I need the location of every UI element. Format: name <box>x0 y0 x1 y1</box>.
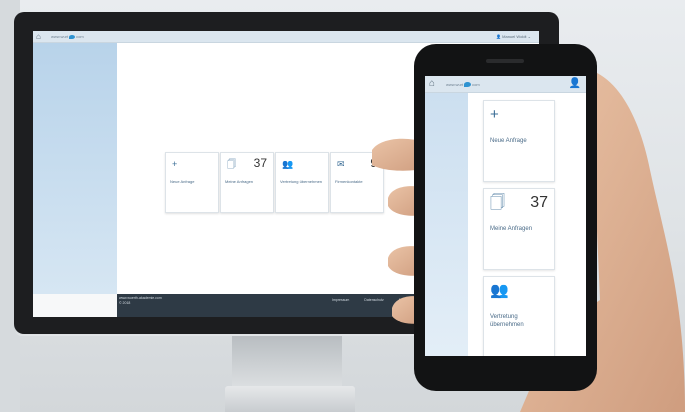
tile-new-request[interactable]: + Neue Anfrage <box>165 152 219 213</box>
plus-icon: + <box>490 106 499 123</box>
tile-label: Vertretung übernehmen <box>490 314 524 328</box>
logo-drop-icon <box>464 82 472 87</box>
users-icon: 👥 <box>490 282 509 299</box>
home-icon[interactable]: ⌂ <box>36 32 41 41</box>
tile-company-contacts[interactable]: ✉ 9 Firmenkontakte <box>330 152 384 213</box>
users-icon: 👥 <box>282 159 294 169</box>
tile-take-over-substitution[interactable]: 👥 Vertretung übernehmen <box>483 276 555 356</box>
home-icon[interactable]: ⌂ <box>429 78 435 90</box>
mobile-sidebar <box>425 93 468 356</box>
tile-my-requests[interactable]: 🗍 37 Meine Anfragen <box>483 188 555 270</box>
tile-count: 37 <box>530 194 548 211</box>
brand-logo[interactable]: www.wurt com <box>51 34 84 39</box>
desktop-header: ⌂ www.wurt com 👤 Manuel Woldt ⌄ <box>33 31 539 43</box>
footer-left: www.wuerth-akademie.com © 2018 <box>119 296 162 306</box>
brand-left: www.wurt <box>446 82 464 87</box>
monitor-stand <box>232 334 342 392</box>
plus-icon: + <box>172 159 178 169</box>
tile-label: Neue Anfrage <box>490 138 527 144</box>
tile-label: Firmenkontakte <box>335 179 363 184</box>
tile-new-request[interactable]: + Neue Anfrage <box>483 100 555 182</box>
document-icon: 🗍 <box>227 159 236 169</box>
tile-label: Meine Anfragen <box>225 179 254 184</box>
desktop-sidebar <box>33 43 117 294</box>
document-icon: 🗍 <box>490 194 505 211</box>
footer-link-datenschutz[interactable]: Datenschutz <box>364 298 383 302</box>
brand-left: www.wurt <box>51 34 69 39</box>
tile-count: 37 <box>253 156 267 170</box>
footer-copyright: © 2018 <box>119 301 131 305</box>
tile-my-requests[interactable]: 🗍 37 Meine Anfragen <box>220 152 274 213</box>
mobile-screen: ⌂ www.wurt com 👤 + Neue Anfrage 🗍 37 Mein… <box>425 76 586 356</box>
tile-label: Meine Anfragen <box>490 226 533 232</box>
tile-count: 9 <box>370 156 377 170</box>
logo-drop-icon <box>69 35 76 39</box>
monitor-foot <box>225 386 355 412</box>
tile-take-over-substitution[interactable]: 👥 Vertretung übernehmen <box>275 152 329 213</box>
footer-link-impressum[interactable]: Impressum <box>332 298 349 302</box>
tile-label: Neue Anfrage <box>170 179 195 184</box>
phone-speaker <box>486 59 524 63</box>
mail-icon: ✉ <box>337 159 345 169</box>
brand-logo[interactable]: www.wurt com <box>446 82 480 87</box>
brand-right: com <box>76 34 84 39</box>
user-menu[interactable]: 👤 Manuel Woldt ⌄ <box>496 34 531 39</box>
brand-right: com <box>472 82 480 87</box>
mobile-header: ⌂ www.wurt com 👤 <box>425 76 586 93</box>
user-icon[interactable]: 👤 <box>569 78 581 90</box>
user-name: Manuel Woldt <box>502 34 527 39</box>
tile-label: Vertretung übernehmen <box>280 179 323 184</box>
smartphone: ⌂ www.wurt com 👤 + Neue Anfrage 🗍 37 Mein… <box>414 44 597 391</box>
